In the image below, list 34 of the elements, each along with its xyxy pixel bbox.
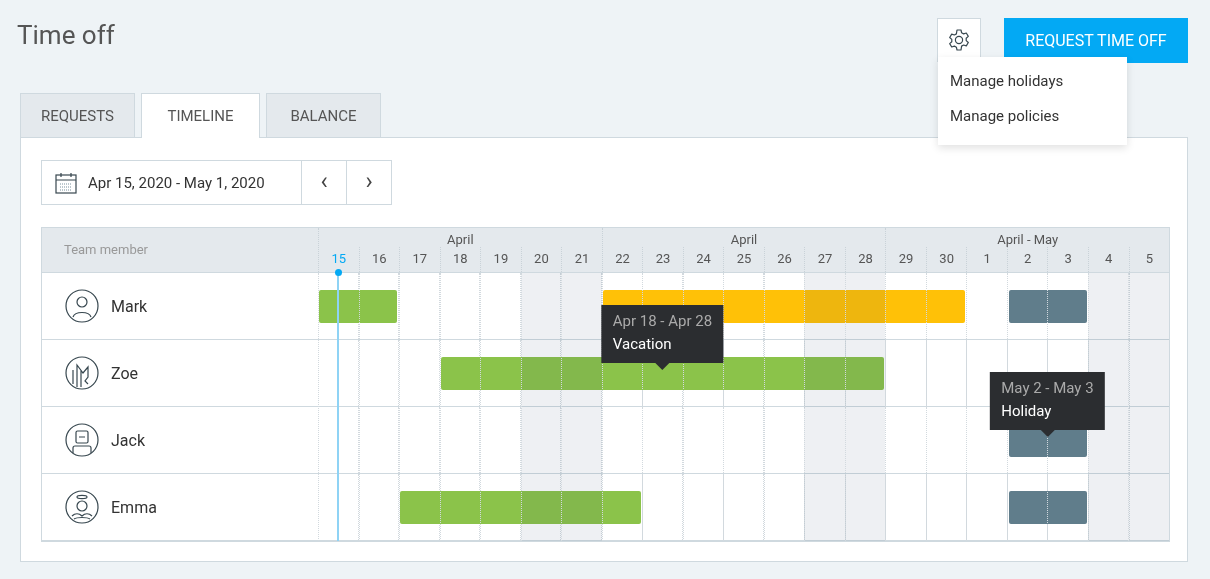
week-label: April - May — [997, 232, 1059, 247]
tooltip-dates: May 2 - May 3 — [1001, 378, 1094, 399]
day-label: 29 — [898, 251, 914, 266]
day-label: 24 — [696, 251, 711, 266]
day-label: 15 — [331, 251, 347, 266]
member-name: Emma — [111, 497, 157, 517]
day-label: 23 — [655, 251, 671, 266]
day-label: 17 — [412, 251, 428, 266]
day-label: 22 — [615, 251, 630, 266]
tooltip-type: Holiday — [1001, 401, 1053, 422]
day-label: 30 — [939, 251, 954, 266]
member-name: Jack — [111, 430, 145, 450]
day-label: 5 — [1145, 251, 1153, 266]
day-label: 19 — [493, 251, 509, 266]
day-label: 16 — [372, 251, 387, 266]
day-label: 25 — [736, 251, 752, 266]
day-label: 1 — [983, 251, 991, 266]
tooltip-dates: Apr 18 - Apr 28 — [612, 311, 713, 332]
member-name: Mark — [111, 296, 148, 316]
page-title: Time off — [17, 20, 116, 50]
member-name: Zoe — [111, 363, 139, 383]
tooltip-type: Vacation — [612, 334, 673, 355]
day-label: 26 — [777, 251, 792, 266]
day-label: 4 — [1105, 251, 1113, 266]
week-label: April — [730, 232, 758, 247]
day-label: 20 — [534, 251, 549, 266]
day-label: 2 — [1024, 251, 1032, 266]
week-label: April — [447, 232, 474, 247]
day-label: 21 — [574, 251, 590, 266]
day-label: 3 — [1064, 251, 1072, 266]
day-label: 27 — [817, 251, 833, 266]
day-label: 18 — [453, 251, 468, 266]
day-label: 28 — [858, 251, 873, 266]
column-header: Team member — [63, 241, 149, 257]
